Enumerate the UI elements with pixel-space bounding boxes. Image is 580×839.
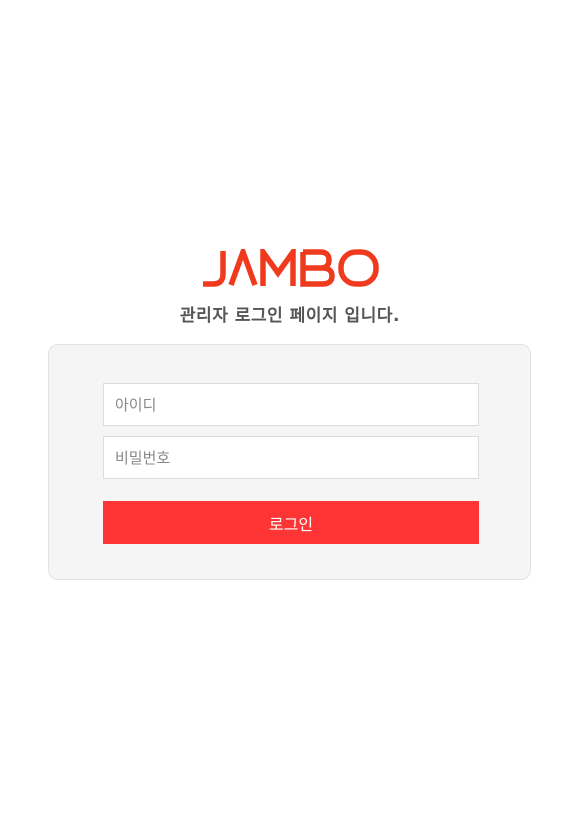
login-form-panel: 로그인 xyxy=(48,344,531,580)
jambo-logo: JAMBO xyxy=(0,249,580,287)
login-page: JAMBO 관리자 로그인 페이지 입니다. 로그인 xyxy=(0,0,580,839)
password-input[interactable] xyxy=(103,436,479,479)
login-button[interactable]: 로그인 xyxy=(103,501,479,544)
jambo-logo-mark xyxy=(203,249,379,287)
id-input[interactable] xyxy=(103,383,479,426)
page-subtitle: 관리자 로그인 페이지 입니다. xyxy=(180,306,400,326)
